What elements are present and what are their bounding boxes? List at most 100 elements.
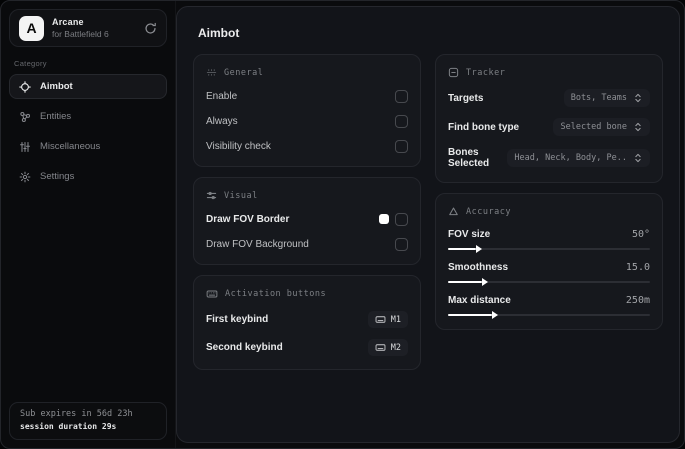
setting-row-bones-selected: Bones Selected Head, Neck, Body, Pe.. bbox=[448, 147, 650, 169]
entities-icon bbox=[19, 111, 31, 123]
setting-row-draw-fov-background: Draw FOV Background bbox=[206, 237, 408, 251]
slider-head: Max distance 250m bbox=[448, 295, 650, 306]
always-checkbox[interactable] bbox=[395, 114, 408, 128]
setting-row-fov-size: FOV size 50° bbox=[448, 229, 650, 253]
right-column: Tracker Targets Bots, Teams Find bone ty… bbox=[435, 54, 663, 330]
select-value: Bots, Teams bbox=[570, 93, 627, 103]
visual-card-title: Visual bbox=[224, 190, 258, 201]
category-label: Category bbox=[14, 59, 47, 68]
crosshair-icon bbox=[19, 80, 31, 93]
visibility-check-checkbox[interactable] bbox=[395, 139, 408, 153]
slider-head: Smoothness 15.0 bbox=[448, 262, 650, 273]
max-distance-slider[interactable] bbox=[448, 311, 650, 319]
setting-label: Draw FOV Border bbox=[206, 213, 290, 225]
setting-label: Enable bbox=[206, 90, 238, 102]
fov-size-slider[interactable] bbox=[448, 245, 650, 253]
left-column: General Enable Always Visibility check V… bbox=[193, 54, 421, 370]
setting-label: FOV size bbox=[448, 229, 491, 240]
app-subtitle: for Battlefield 6 bbox=[52, 28, 109, 39]
keyboard-icon bbox=[375, 314, 386, 325]
sidebar-item-miscellaneous[interactable]: Miscellaneous bbox=[9, 134, 167, 159]
minus-square-icon bbox=[448, 67, 459, 78]
sidebar-item-label: Aimbot bbox=[40, 81, 73, 92]
sidebar-nav: Aimbot Entities Miscellaneous Settings bbox=[9, 74, 167, 189]
grid-icon bbox=[206, 67, 217, 78]
setting-label: Find bone type bbox=[448, 121, 520, 133]
sidebar-item-label: Entities bbox=[40, 111, 72, 122]
enable-checkbox[interactable] bbox=[395, 89, 408, 103]
app-window: A Arcane for Battlefield 6 Category Aimb… bbox=[0, 0, 685, 449]
setting-label: Visibility check bbox=[206, 140, 271, 152]
select-value: Selected bone bbox=[560, 122, 627, 132]
slider-fill[interactable] bbox=[448, 278, 489, 286]
page-title: Aimbot bbox=[198, 26, 240, 40]
tracker-card-title: Tracker bbox=[466, 67, 506, 78]
setting-label: Targets bbox=[448, 92, 484, 104]
setting-row-first-keybind: First keybind M1 bbox=[206, 311, 408, 328]
content-columns: General Enable Always Visibility check V… bbox=[187, 54, 669, 370]
accuracy-card-header: Accuracy bbox=[448, 206, 650, 217]
setting-row-draw-fov-border: Draw FOV Border bbox=[206, 212, 408, 226]
activation-card: Activation buttons First keybind M1 Seco… bbox=[193, 275, 421, 370]
unfold-icon bbox=[633, 122, 643, 132]
unfold-icon bbox=[633, 153, 643, 163]
accuracy-card: Accuracy FOV size 50° Smoothness 15.0 Ma… bbox=[435, 193, 663, 330]
setting-label: Smoothness bbox=[448, 262, 509, 273]
sidebar-item-entities[interactable]: Entities bbox=[9, 104, 167, 129]
setting-row-second-keybind: Second keybind M2 bbox=[206, 339, 408, 356]
fov-size-value: 50° bbox=[631, 229, 650, 240]
fov-border-color-swatch[interactable] bbox=[379, 214, 389, 224]
gear-icon bbox=[19, 171, 31, 183]
activation-card-title: Activation buttons bbox=[225, 289, 327, 299]
app-logo: A bbox=[19, 15, 44, 41]
tracker-card: Tracker Targets Bots, Teams Find bone ty… bbox=[435, 54, 663, 183]
setting-row-always: Always bbox=[206, 114, 408, 128]
sliders-icon bbox=[19, 141, 31, 153]
unfold-icon bbox=[633, 93, 643, 103]
setting-row-smoothness: Smoothness 15.0 bbox=[448, 262, 650, 286]
sub-expires-text: Sub expires in 56d 23h bbox=[20, 408, 133, 419]
sidebar-item-aimbot[interactable]: Aimbot bbox=[9, 74, 167, 99]
setting-row-enable: Enable bbox=[206, 89, 408, 103]
keyboard-icon bbox=[375, 342, 386, 353]
setting-label: Second keybind bbox=[206, 342, 283, 353]
draw-fov-background-checkbox[interactable] bbox=[395, 237, 408, 251]
visual-card-header: Visual bbox=[206, 190, 408, 201]
setting-label: Draw FOV Background bbox=[206, 238, 309, 250]
first-keybind-button[interactable]: M1 bbox=[367, 311, 408, 328]
setting-label: Always bbox=[206, 115, 238, 127]
setting-row-max-distance: Max distance 250m bbox=[448, 295, 650, 319]
select-value: Head, Neck, Body, Pe.. bbox=[514, 153, 627, 163]
setting-label: Bones Selected bbox=[448, 147, 490, 169]
setting-row-visibility-check: Visibility check bbox=[206, 139, 408, 153]
keybind-value: M1 bbox=[390, 314, 401, 325]
max-distance-value: 250m bbox=[625, 295, 650, 306]
slider-fill[interactable] bbox=[448, 311, 499, 319]
slider-head: FOV size 50° bbox=[448, 229, 650, 240]
triangle-icon bbox=[448, 206, 459, 217]
draw-fov-border-checkbox[interactable] bbox=[395, 212, 408, 226]
app-name: Arcane bbox=[52, 16, 84, 27]
targets-select[interactable]: Bots, Teams bbox=[563, 89, 650, 107]
adjust-icon bbox=[206, 190, 217, 201]
accuracy-card-title: Accuracy bbox=[466, 206, 511, 217]
activation-card-header: Activation buttons bbox=[206, 288, 408, 300]
slider-fill[interactable] bbox=[448, 245, 483, 253]
fov-border-controls bbox=[379, 212, 408, 226]
visual-card: Visual Draw FOV Border Draw FOV Backgrou… bbox=[193, 177, 421, 265]
setting-label: First keybind bbox=[206, 314, 269, 325]
keyboard-icon bbox=[206, 288, 218, 300]
sidebar-item-label: Settings bbox=[40, 171, 75, 182]
refresh-icon[interactable] bbox=[144, 22, 157, 35]
session-duration-text: session duration 29s bbox=[20, 422, 117, 431]
smoothness-slider[interactable] bbox=[448, 278, 650, 286]
sidebar-item-settings[interactable]: Settings bbox=[9, 164, 167, 189]
subscription-card: Sub expires in 56d 23h session duration … bbox=[9, 401, 167, 440]
sidebar-item-label: Miscellaneous bbox=[40, 141, 101, 152]
setting-row-find-bone-type: Find bone type Selected bone bbox=[448, 118, 650, 136]
second-keybind-button[interactable]: M2 bbox=[367, 339, 408, 356]
setting-label: Max distance bbox=[448, 295, 511, 306]
bones-selected-select[interactable]: Head, Neck, Body, Pe.. bbox=[507, 149, 650, 167]
find-bone-type-select[interactable]: Selected bone bbox=[553, 118, 650, 136]
general-card-header: General bbox=[206, 67, 408, 78]
